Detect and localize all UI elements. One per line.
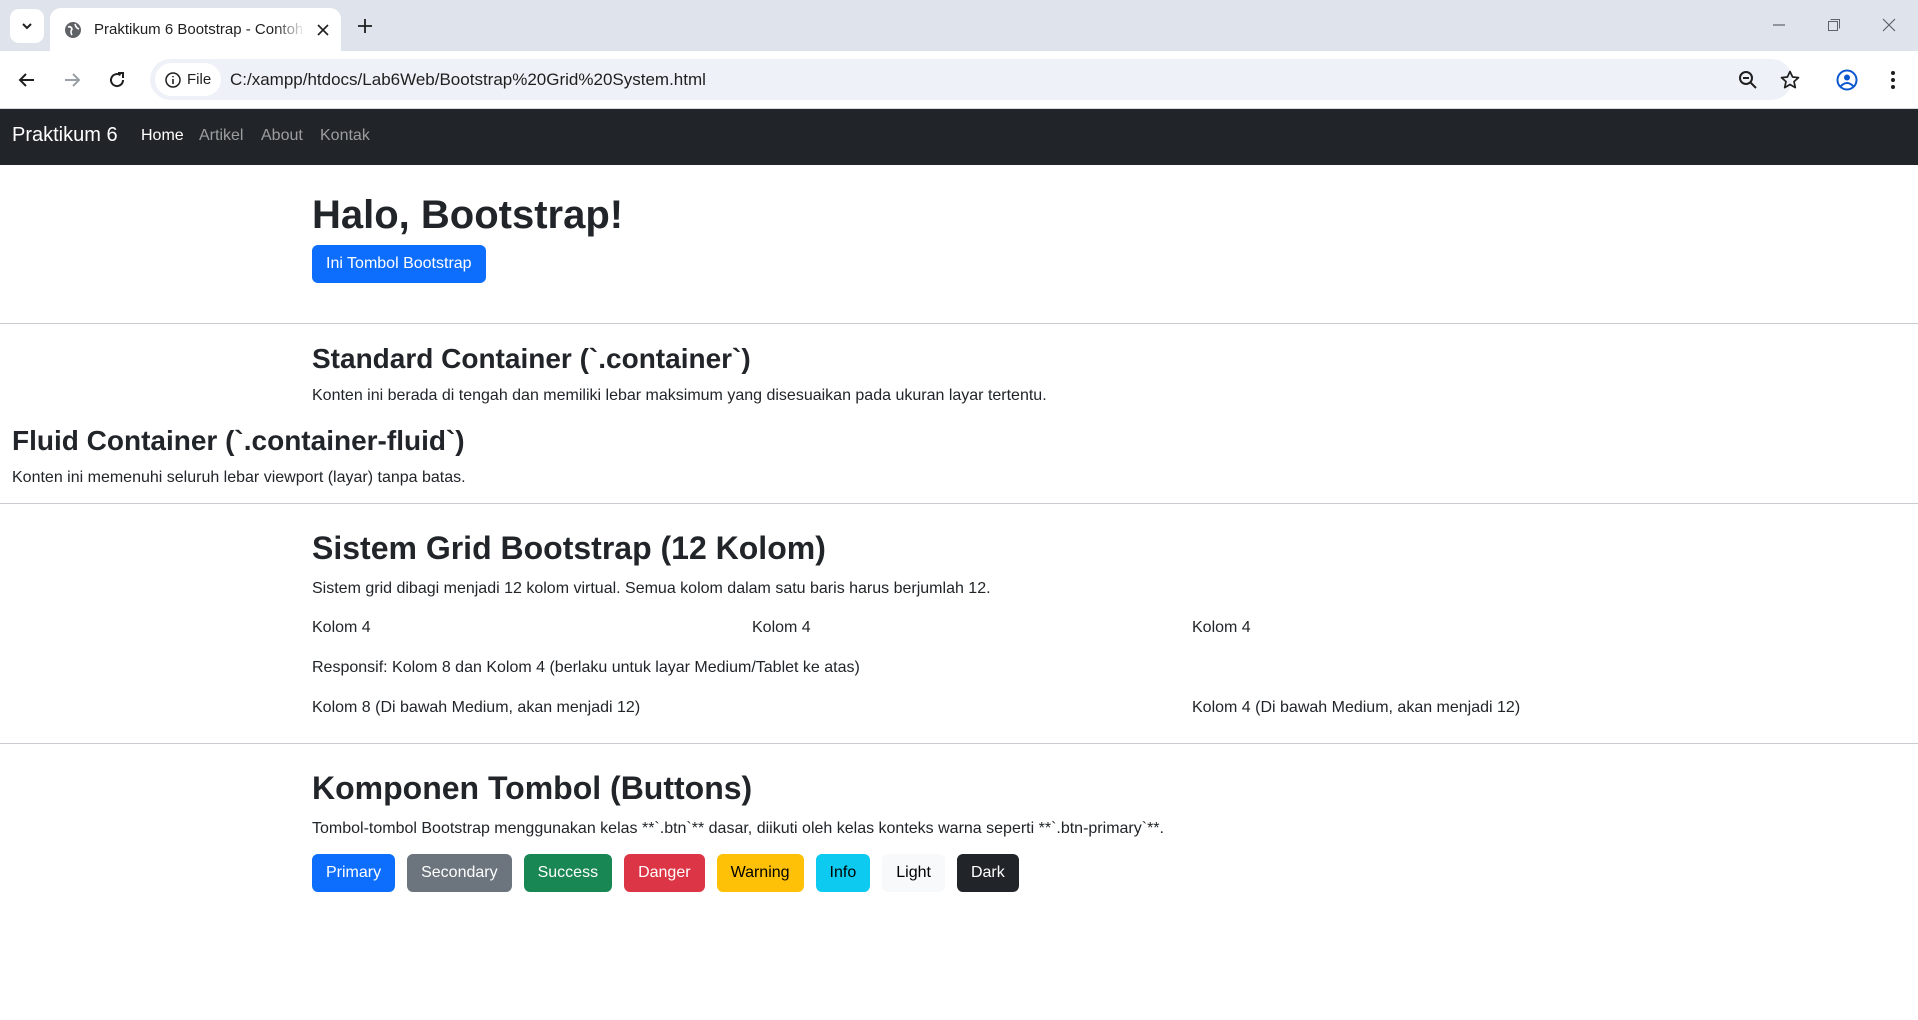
close-icon[interactable] bbox=[312, 19, 334, 41]
button-row: Primary Secondary Success Danger Warning Info… bbox=[312, 854, 1019, 892]
btn-success[interactable]: Success bbox=[523, 854, 613, 892]
forward-button[interactable] bbox=[56, 64, 88, 96]
grid-col-4-d: Kolom 4 (Di bawah Medium, akan menjadi 1… bbox=[1192, 699, 1521, 716]
fluid-container-section: Fluid Container (`.container-fluid`) Kon… bbox=[12, 424, 1906, 490]
browser-tab-active[interactable]: Praktikum 6 Bootstrap - Contoh Grid Syst… bbox=[50, 8, 341, 51]
url-text[interactable]: C:/xampp/htdocs/Lab6Web/Bootstrap%20Grid… bbox=[230, 70, 706, 90]
browser-toolbar: File C:/xampp/htdocs/Lab6Web/Bootstrap%2… bbox=[0, 51, 1918, 109]
tab-title: Praktikum 6 Bootstrap - Contoh Grid Syst… bbox=[94, 21, 306, 38]
menu-button[interactable] bbox=[1877, 64, 1909, 96]
reload-icon bbox=[110, 72, 125, 88]
btn-dark[interactable]: Dark bbox=[956, 854, 1019, 892]
restore-icon bbox=[1828, 19, 1840, 31]
close-window-icon bbox=[1882, 18, 1896, 32]
profile-button[interactable] bbox=[1831, 64, 1863, 96]
info-icon bbox=[164, 71, 182, 89]
grid-section: Sistem Grid Bootstrap (12 Kolom) Sistem … bbox=[312, 529, 1608, 601]
nav-link-home[interactable]: Home bbox=[141, 127, 184, 145]
buttons-section: Komponen Tombol (Buttons) Tombol-tombol … bbox=[312, 769, 1608, 841]
btn-danger[interactable]: Danger bbox=[624, 854, 705, 892]
standard-container-section: Standard Container (`.container`) Konten… bbox=[312, 342, 1608, 408]
standard-container-title: Standard Container (`.container`) bbox=[312, 343, 751, 374]
navbar-brand[interactable]: Praktikum 6 bbox=[12, 124, 118, 147]
profile-icon bbox=[1836, 69, 1858, 91]
new-tab-button[interactable] bbox=[352, 13, 378, 39]
btn-secondary[interactable]: Secondary bbox=[407, 854, 512, 892]
nav-link-about[interactable]: About bbox=[261, 127, 303, 145]
reload-button[interactable] bbox=[101, 64, 133, 96]
tab-search-icon bbox=[22, 23, 32, 30]
site-chip-label: File bbox=[187, 71, 212, 88]
grid-responsive-text: Responsif: Kolom 8 dan Kolom 4 (berlaku … bbox=[312, 659, 860, 676]
address-bar[interactable]: File C:/xampp/htdocs/Lab6Web/Bootstrap%2… bbox=[150, 59, 1800, 100]
btn-primary[interactable]: Primary bbox=[312, 854, 396, 892]
grid-col-4-c: Kolom 4 bbox=[1192, 619, 1251, 636]
divider bbox=[0, 743, 1918, 744]
standard-container-text: Konten ini berada di tengah dan memiliki… bbox=[312, 387, 1047, 404]
minimize-icon bbox=[1773, 24, 1785, 26]
grid-col-4-b: Kolom 4 bbox=[752, 619, 811, 636]
grid-title: Sistem Grid Bootstrap (12 Kolom) bbox=[312, 530, 826, 566]
grid-col-8: Kolom 8 (Di bawah Medium, akan menjadi 1… bbox=[312, 699, 641, 716]
grid-text: Sistem grid dibagi menjadi 12 kolom virt… bbox=[312, 580, 991, 597]
back-arrow-icon bbox=[18, 73, 34, 87]
nav-link-kontak[interactable]: Kontak bbox=[320, 127, 370, 145]
tab-search-button[interactable] bbox=[10, 9, 44, 43]
web-page: Praktikum 6 Home Artikel About Kontak Ha… bbox=[0, 109, 1918, 1020]
page-title: Halo, Bootstrap! bbox=[312, 193, 624, 237]
minimize-button[interactable] bbox=[1764, 12, 1794, 38]
btn-warning[interactable]: Warning bbox=[716, 854, 804, 892]
navbar: Praktikum 6 Home Artikel About Kontak bbox=[0, 109, 1918, 165]
hero-section: Halo, Bootstrap! bbox=[312, 191, 1608, 239]
globe-icon bbox=[64, 21, 82, 39]
restore-button[interactable] bbox=[1819, 12, 1849, 38]
btn-info[interactable]: Info bbox=[815, 854, 871, 892]
plus-icon bbox=[358, 19, 372, 33]
zoom-icon[interactable] bbox=[1735, 67, 1761, 93]
back-button[interactable] bbox=[11, 64, 43, 96]
fluid-container-title: Fluid Container (`.container-fluid`) bbox=[12, 425, 465, 456]
close-window-button[interactable] bbox=[1874, 12, 1904, 38]
browser-tabstrip: Praktikum 6 Bootstrap - Contoh Grid Syst… bbox=[0, 0, 1918, 51]
divider bbox=[0, 503, 1918, 504]
forward-arrow-icon bbox=[65, 73, 81, 87]
divider bbox=[0, 323, 1918, 324]
nav-link-artikel[interactable]: Artikel bbox=[199, 127, 243, 145]
kebab-menu-icon bbox=[1891, 71, 1895, 89]
grid-col-4-a: Kolom 4 bbox=[312, 619, 371, 636]
buttons-text: Tombol-tombol Bootstrap menggunakan kela… bbox=[312, 820, 1164, 837]
fluid-container-text: Konten ini memenuhi seluruh lebar viewpo… bbox=[12, 469, 466, 486]
star-icon[interactable] bbox=[1777, 67, 1803, 93]
btn-light[interactable]: Light bbox=[882, 854, 945, 892]
buttons-title: Komponen Tombol (Buttons) bbox=[312, 770, 753, 806]
hero-button[interactable]: Ini Tombol Bootstrap bbox=[312, 245, 486, 283]
site-info-chip[interactable]: File bbox=[155, 63, 221, 96]
